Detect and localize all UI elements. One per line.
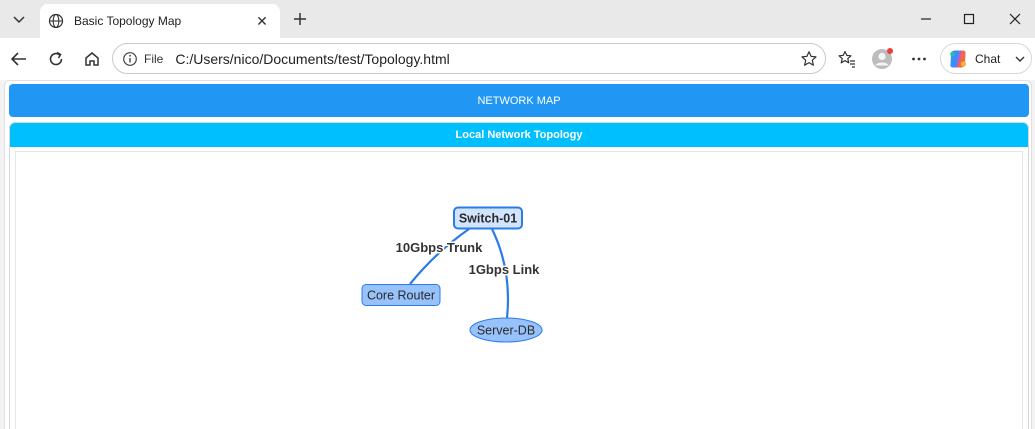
info-icon[interactable] (122, 51, 138, 67)
panel-title: Local Network Topology (10, 123, 1028, 147)
node-switch[interactable]: Switch-01 (453, 206, 523, 230)
copilot-icon (947, 48, 969, 70)
network-map-header: NETWORK MAP (9, 84, 1029, 117)
minimize-icon[interactable] (913, 8, 939, 30)
reload-icon[interactable] (43, 46, 69, 72)
edge-label: 10Gbps Trunk (396, 240, 483, 255)
tab-strip: Basic Topology Map ✕ (0, 0, 1035, 38)
node-label: Switch-01 (459, 212, 517, 226)
node-router[interactable]: Core Router (361, 284, 441, 306)
close-window-icon[interactable] (1002, 8, 1028, 30)
scheme-label: File (144, 51, 164, 66)
close-icon[interactable]: ✕ (252, 11, 272, 31)
chat-button[interactable]: Chat (940, 43, 1032, 74)
browser-tab[interactable]: Basic Topology Map ✕ (40, 4, 280, 38)
edge-switch-router[interactable] (409, 228, 470, 285)
topology-canvas[interactable]: 10Gbps Trunk 1Gbps Link Switch-01 Core Rou… (15, 151, 1023, 429)
more-icon[interactable] (907, 47, 931, 71)
tab-list-icon[interactable] (4, 6, 34, 32)
browser-toolbar: File C:/Users/nico/Documents/test/Topolo… (0, 38, 1035, 80)
node-label: Server-DB (477, 324, 535, 338)
address-bar[interactable]: File C:/Users/nico/Documents/test/Topolo… (112, 43, 826, 74)
tab-title: Basic Topology Map (74, 14, 182, 28)
node-label: Core Router (367, 289, 435, 303)
maximize-icon[interactable] (956, 8, 982, 30)
home-icon[interactable] (79, 46, 105, 72)
chevron-down-icon[interactable] (1014, 53, 1026, 65)
url-text[interactable]: C:/Users/nico/Documents/test/Topology.ht… (175, 51, 798, 67)
plus-icon[interactable] (288, 8, 312, 30)
star-icon[interactable] (798, 48, 820, 70)
node-server[interactable]: Server-DB (469, 317, 543, 343)
globe-icon (48, 13, 64, 29)
favorites-icon[interactable] (835, 47, 859, 71)
back-icon[interactable] (6, 46, 32, 72)
profile-icon[interactable] (870, 47, 894, 71)
topology-panel: Local Network Topology 10Gbps Trunk 1Gbps… (9, 122, 1029, 429)
edge-label: 1Gbps Link (469, 262, 541, 277)
topology-graph[interactable]: 10Gbps Trunk 1Gbps Link Switch-01 Core Rou… (16, 152, 1022, 429)
chat-label: Chat (975, 51, 1001, 66)
